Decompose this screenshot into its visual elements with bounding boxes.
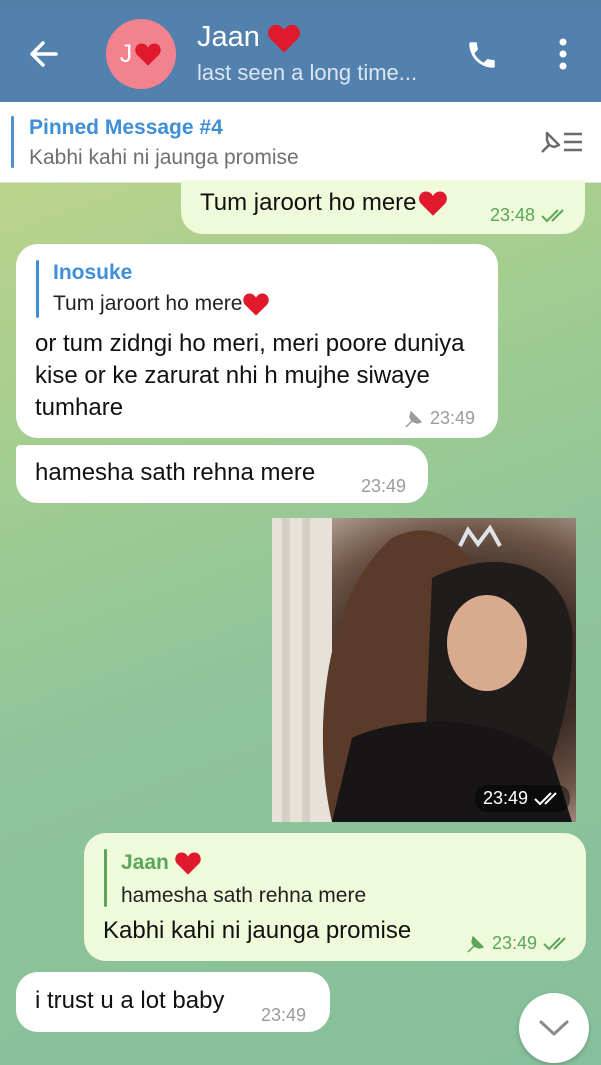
last-seen-status: last seen a long time... [197, 60, 418, 85]
reply-indicator [36, 260, 39, 318]
message-bubble-incoming[interactable]: hamesha sath rehna mere 23:49 [16, 445, 428, 503]
message-text-row: Tum jaroort ho mere [200, 189, 449, 217]
message-bubble-outgoing[interactable]: Jaan hamesha sath rehna mere Kabhi kahi … [84, 833, 586, 961]
message-text: i trust u a lot baby [35, 987, 225, 1014]
chat-header: J Jaan last seen a long time... [0, 8, 601, 102]
avatar[interactable]: J [106, 19, 176, 89]
message-time: 23:49 [430, 408, 476, 428]
reply-author-row: Jaan [121, 850, 202, 876]
double-check-icon [543, 936, 566, 950]
pinned-message-bar[interactable]: Pinned Message #4 Kabhi kahi ni jaunga p… [0, 102, 601, 183]
pin-icon [467, 935, 484, 953]
double-check-icon [541, 208, 564, 222]
reply-text-row: Tum jaroort ho mere [53, 291, 270, 317]
pinned-title: Pinned Message #4 [29, 116, 223, 139]
chevron-down-icon [539, 1020, 569, 1036]
photo-time-badge: 23:49 [474, 785, 570, 812]
heart-icon [175, 852, 201, 875]
pinned-indicator [11, 116, 14, 168]
reply-author: Inosuke [53, 261, 133, 284]
heart-icon [418, 191, 447, 216]
reply-text: Tum jaroort ho mere [53, 292, 243, 315]
message-time-row: 23:49 [466, 933, 571, 954]
message-time: 23:48 [490, 205, 536, 225]
reply-text: hamesha sath rehna mere [121, 884, 367, 907]
status-bar [0, 0, 601, 8]
pin-icon [405, 410, 422, 428]
heart-icon [268, 24, 300, 53]
photo-message[interactable]: 23:49 [272, 518, 576, 822]
message-time-row: 23:49 [404, 408, 475, 429]
avatar-initial: J [119, 39, 133, 68]
chat-title[interactable]: Jaan [197, 21, 302, 54]
reply-author: Jaan [121, 851, 169, 874]
message-bubble-incoming[interactable]: i trust u a lot baby 23:49 [16, 972, 330, 1032]
photo-image [272, 518, 573, 822]
pinned-text: Kabhi kahi ni jaunga promise [29, 146, 299, 169]
scroll-down-button[interactable] [519, 993, 589, 1063]
message-bubble-incoming[interactable]: Inosuke Tum jaroort ho mere or tum zidng… [16, 244, 498, 438]
message-time: 23:49 [361, 476, 407, 496]
message-time: 23:49 [482, 788, 528, 808]
heart-icon [243, 293, 270, 316]
message-text: Tum jaroort ho mere [200, 189, 417, 216]
reply-indicator [104, 849, 107, 907]
message-time: 23:49 [261, 1005, 307, 1025]
phone-icon[interactable] [465, 38, 499, 72]
chat-name-text: Jaan [197, 21, 260, 53]
message-text: hamesha sath rehna mere [35, 459, 316, 486]
message-time-row: 23:48 [490, 205, 569, 226]
message-time: 23:49 [492, 933, 538, 953]
message-text: Kabhi kahi ni jaunga promise [103, 917, 412, 944]
double-check-icon [534, 791, 557, 805]
pinned-list-icon[interactable] [538, 128, 584, 156]
more-options-icon[interactable] [553, 36, 573, 72]
back-arrow-icon[interactable] [26, 36, 62, 72]
message-bubble-outgoing[interactable]: Tum jaroort ho mere 23:48 [181, 180, 585, 234]
heart-icon [135, 43, 161, 66]
